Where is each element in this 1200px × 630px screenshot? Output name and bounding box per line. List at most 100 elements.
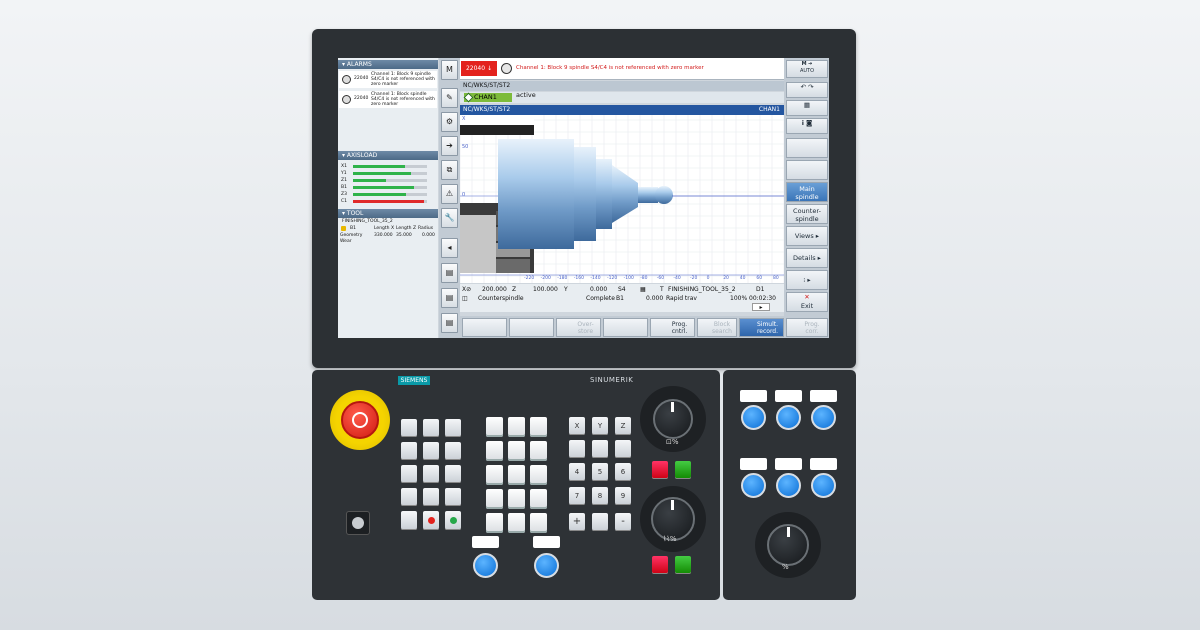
mode-key[interactable]: [423, 442, 439, 460]
panel-icon[interactable]: ▤: [441, 263, 458, 283]
mode-key[interactable]: [423, 465, 439, 483]
custom-blank-key[interactable]: [530, 417, 547, 437]
custom-key-1[interactable]: [473, 553, 498, 578]
axis-key-7[interactable]: 7: [569, 487, 585, 505]
custom-pushbutton[interactable]: [741, 405, 766, 430]
axis-key-9[interactable]: 9: [615, 487, 631, 505]
exit-button[interactable]: ✕ Exit: [786, 292, 828, 312]
next-arrow-icon[interactable]: ▸: [752, 303, 770, 311]
mode-key[interactable]: [445, 465, 461, 483]
softkey-empty[interactable]: [786, 138, 828, 158]
custom-blank-key[interactable]: [508, 417, 525, 437]
alarms-header[interactable]: ▾ ALARMS: [338, 60, 438, 69]
custom-pushbutton[interactable]: [776, 405, 801, 430]
axis-key-Y[interactable]: Y: [592, 417, 608, 435]
axis-key-minus[interactable]: -: [615, 513, 631, 531]
axis-function-key[interactable]: [592, 440, 608, 458]
custom-blank-key[interactable]: [486, 465, 503, 485]
counter-spindle-button[interactable]: Counter-spindle: [786, 204, 828, 224]
axis-key-6[interactable]: 6: [615, 463, 631, 481]
spindle-start-button[interactable]: [675, 556, 691, 574]
axis-key-X[interactable]: X: [569, 417, 585, 435]
panel-icon[interactable]: ▤: [441, 313, 458, 333]
custom-blank-key[interactable]: [486, 489, 503, 509]
mode-key[interactable]: [445, 419, 461, 437]
wrench-icon[interactable]: 🔧: [441, 208, 458, 228]
custom-key-2[interactable]: [534, 553, 559, 578]
custom-blank-key[interactable]: [530, 465, 547, 485]
softkey-empty[interactable]: [509, 318, 554, 337]
overstore-button[interactable]: Over- store: [556, 318, 601, 337]
mode-key[interactable]: [401, 465, 417, 483]
calculator-icon[interactable]: ▦: [786, 100, 828, 116]
custom-blank-key[interactable]: [508, 489, 525, 509]
simultaneous-record-button[interactable]: Simult. record.: [739, 318, 784, 337]
softkey-empty[interactable]: [603, 318, 648, 337]
simulation-view[interactable]: 500-50-100-220-200-180-160-140-120-100-8…: [460, 115, 784, 283]
custom-pushbutton[interactable]: [811, 405, 836, 430]
axis-key-5[interactable]: 5: [592, 463, 608, 481]
softkey-empty[interactable]: [786, 160, 828, 180]
axisload-header[interactable]: ▾ AXISLOAD: [338, 151, 438, 160]
custom-blank-key[interactable]: [530, 441, 547, 461]
softkey-empty[interactable]: [462, 318, 507, 337]
custom-pushbutton[interactable]: [741, 473, 766, 498]
reset-button[interactable]: [401, 512, 417, 530]
spindle-stop-button[interactable]: [652, 556, 668, 574]
key-switch[interactable]: [346, 511, 370, 535]
mode-key[interactable]: [445, 488, 461, 506]
axis-key-4[interactable]: 4: [569, 463, 585, 481]
bottom-softkeys-right: Simult. record. Prog. corr.: [739, 316, 829, 338]
arrow-right-icon[interactable]: ➔: [441, 136, 458, 156]
edit-icon[interactable]: ✎: [441, 88, 458, 108]
custom-blank-key[interactable]: [508, 513, 525, 533]
cycle-start-button[interactable]: [445, 512, 461, 530]
details-button[interactable]: Details ▸: [786, 248, 828, 268]
mode-key[interactable]: [401, 419, 417, 437]
tool-name: FINISHING_TOOL_35_2: [342, 219, 393, 224]
axis-function-key[interactable]: [592, 513, 608, 531]
auto-mode-button[interactable]: M ➔ AUTO: [786, 60, 828, 78]
alarm-item[interactable]: 22040 Channel 1: Block spindle S4/C4 is …: [339, 91, 437, 108]
custom-blank-key[interactable]: [530, 489, 547, 509]
custom-blank-key[interactable]: [486, 417, 503, 437]
copy-icon[interactable]: ⧉: [441, 160, 458, 180]
settings-icon[interactable]: ⚙: [441, 112, 458, 132]
undo-icon[interactable]: ↶ ↷: [786, 82, 828, 98]
mode-key[interactable]: [401, 488, 417, 506]
feed-stop-button[interactable]: [652, 461, 668, 479]
feed-start-button[interactable]: [675, 461, 691, 479]
custom-blank-key[interactable]: [530, 513, 547, 533]
axis-key-plus[interactable]: +: [569, 513, 585, 531]
program-correct-button[interactable]: Prog. corr.: [786, 318, 828, 337]
axis-function-key[interactable]: [569, 440, 585, 458]
custom-pushbutton[interactable]: [811, 473, 836, 498]
warning-icon[interactable]: ⚠: [441, 184, 458, 204]
custom-blank-key[interactable]: [486, 441, 503, 461]
mode-key[interactable]: [423, 488, 439, 506]
custom-blank-key[interactable]: [508, 465, 525, 485]
cycle-stop-button[interactable]: [423, 512, 439, 530]
main-spindle-button[interactable]: Main spindle: [786, 182, 828, 202]
more-icon[interactable]: ⁝ ▸: [786, 270, 828, 290]
emergency-stop-button[interactable]: [341, 401, 379, 439]
mode-key[interactable]: [445, 442, 461, 460]
mode-key[interactable]: [423, 419, 439, 437]
custom-blank-key[interactable]: [508, 441, 525, 461]
mode-key[interactable]: [401, 442, 417, 460]
custom-pushbutton[interactable]: [776, 473, 801, 498]
custom-blank-key[interactable]: [486, 513, 503, 533]
panel-icon[interactable]: ▤: [441, 288, 458, 308]
program-control-button[interactable]: Prog. cntrl.: [650, 318, 695, 337]
chevron-left-icon[interactable]: ◂: [441, 238, 458, 258]
axis-key-8[interactable]: 8: [592, 487, 608, 505]
tool-header[interactable]: ▾ TOOL: [338, 209, 438, 218]
block-search-button[interactable]: Block search: [697, 318, 737, 337]
alarm-number-badge[interactable]: 22040 ↓: [461, 61, 497, 76]
axis-function-key[interactable]: [615, 440, 631, 458]
alarm-item[interactable]: 22040 Channel 1: Block 9 spindle S4/C4 i…: [339, 71, 437, 88]
machine-icon[interactable]: M: [441, 60, 458, 80]
axis-key-Z[interactable]: Z: [615, 417, 631, 435]
views-button[interactable]: Views ▸: [786, 226, 828, 246]
info-icon[interactable]: i ◙: [786, 118, 828, 134]
